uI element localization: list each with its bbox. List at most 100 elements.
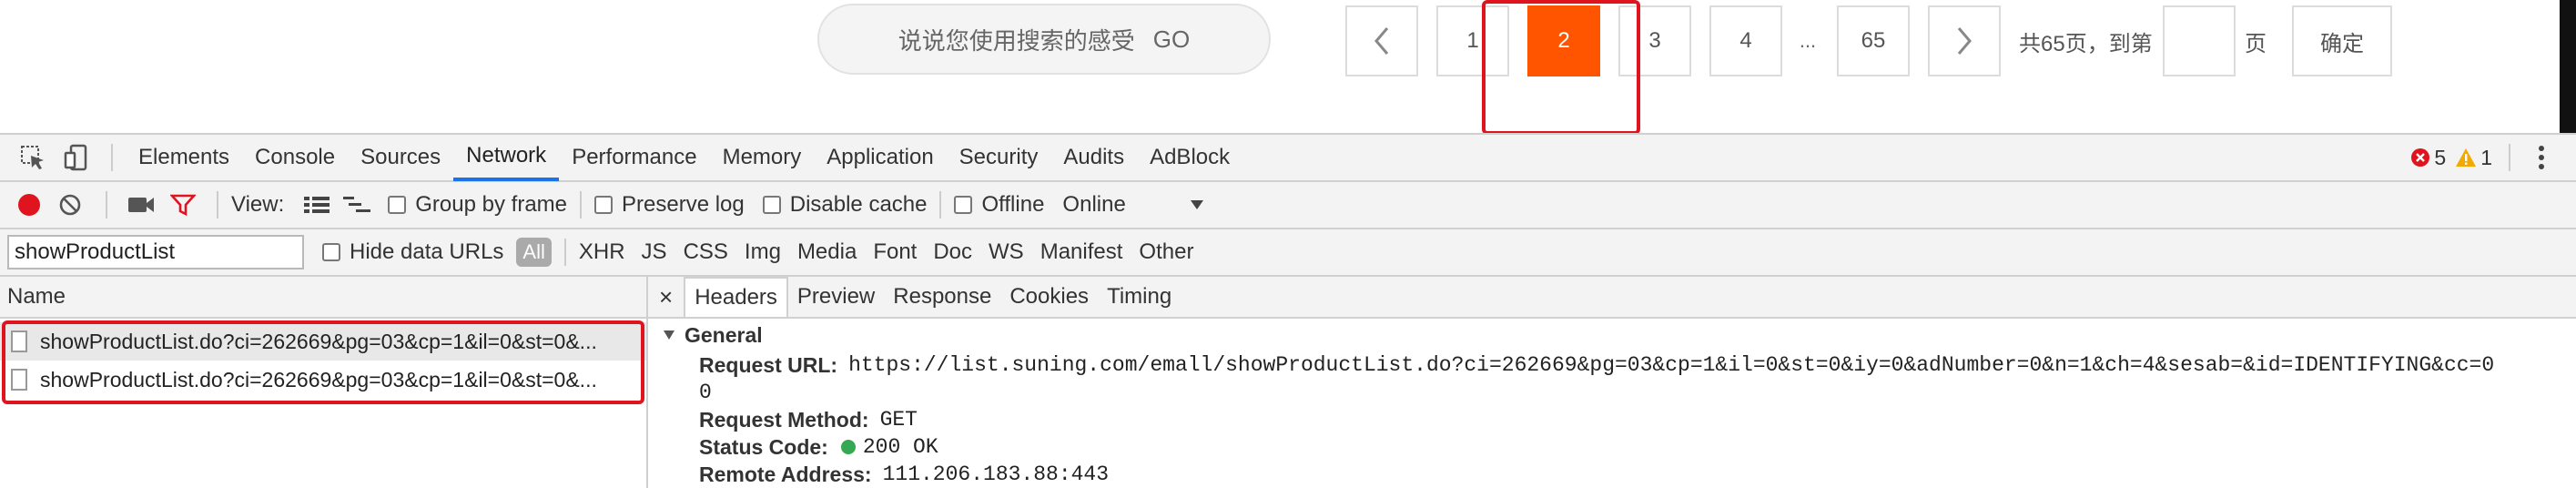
pagination-ellipsis: ...	[1799, 29, 1817, 52]
view-label: View:	[231, 192, 285, 217]
offline-checkbox[interactable]	[954, 196, 973, 214]
preserve-log-label: Preserve log	[622, 192, 745, 217]
network-toolbar: View: Group by frame Preserve log Disabl…	[0, 182, 2576, 229]
tab-preview[interactable]: Preview	[788, 277, 884, 317]
capture-screenshots-icon[interactable]	[120, 195, 162, 215]
tab-headers[interactable]: Headers	[684, 277, 788, 317]
feedback-text: 说说您使用搜索的感受	[898, 26, 1135, 55]
general-section-header[interactable]: General	[648, 319, 2576, 351]
web-page-area: 说说您使用搜索的感受 GO 1 2 3 4 ... 65 共65页，到第 页 确…	[0, 0, 2576, 135]
filter-type-ws[interactable]: WS	[989, 239, 1024, 265]
tab-timing[interactable]: Timing	[1098, 277, 1181, 317]
network-filter-input[interactable]	[7, 235, 304, 269]
throttling-select[interactable]: Online	[1062, 192, 1125, 218]
request-method-label: Request Method:	[699, 408, 869, 432]
error-count-value: 5	[2434, 145, 2447, 169]
page-button-4[interactable]: 4	[1709, 5, 1782, 76]
inspect-element-icon[interactable]	[11, 144, 55, 171]
page-button-last[interactable]: 65	[1837, 5, 1910, 76]
offline-label: Offline	[981, 192, 1045, 217]
tab-audits[interactable]: Audits	[1050, 134, 1137, 181]
request-url-row: Request URL: https://list.suning.com/ema…	[648, 351, 2576, 379]
request-method-value: GET	[879, 408, 918, 432]
filter-type-all[interactable]: All	[516, 238, 552, 267]
expand-triangle-icon	[664, 330, 674, 340]
devtools-tab-bar: Elements Console Sources Network Perform…	[0, 135, 2576, 182]
tab-elements[interactable]: Elements	[126, 134, 242, 181]
tab-adblock[interactable]: AdBlock	[1137, 134, 1242, 181]
close-detail-icon[interactable]: ×	[648, 277, 684, 317]
prev-page-button[interactable]	[1345, 5, 1418, 76]
devtools-panel: Elements Console Sources Network Perform…	[0, 133, 2576, 488]
preserve-log-checkbox[interactable]	[594, 196, 613, 214]
waterfall-icon[interactable]	[337, 195, 377, 215]
next-page-button[interactable]	[1928, 5, 2001, 76]
detail-tab-bar: × Headers Preview Response Cookies Timin…	[648, 277, 2576, 319]
jump-page-input[interactable]	[2163, 5, 2236, 76]
clear-icon[interactable]	[47, 193, 93, 217]
status-code-row: Status Code: 200 OK	[648, 433, 2576, 461]
page-button-1[interactable]: 1	[1436, 5, 1509, 76]
request-list-pane: Name showProductList.do?ci=262669&pg=03&…	[0, 277, 648, 488]
hide-data-urls-checkbox[interactable]	[322, 243, 340, 261]
filter-type-other[interactable]: Other	[1139, 239, 1193, 265]
request-name: showProductList.do?ci=262669&pg=03&cp=1&…	[40, 367, 597, 391]
remote-address-label: Remote Address:	[699, 463, 872, 486]
filter-type-font[interactable]: Font	[873, 239, 917, 265]
device-toolbar-icon[interactable]	[55, 144, 98, 171]
record-icon[interactable]	[11, 193, 47, 217]
filter-type-media[interactable]: Media	[797, 239, 857, 265]
name-column-header[interactable]: Name	[0, 277, 646, 319]
filter-type-js[interactable]: JS	[642, 239, 667, 265]
group-by-frame-checkbox[interactable]	[388, 196, 407, 214]
request-method-row: Request Method: GET	[648, 406, 2576, 433]
request-url-value: https://list.suning.com/emall/showProduc…	[848, 353, 2495, 377]
filter-icon[interactable]	[162, 193, 204, 217]
request-url-wrap-row: 0	[648, 379, 2576, 406]
toolbar-separator	[939, 191, 942, 219]
confirm-jump-button[interactable]: 确定	[2292, 5, 2392, 76]
disable-cache-checkbox[interactable]	[762, 196, 781, 214]
tab-sources[interactable]: Sources	[348, 134, 453, 181]
error-count[interactable]: 5 1	[2410, 146, 2496, 170]
group-by-frame-label: Group by frame	[415, 192, 567, 217]
tab-performance[interactable]: Performance	[559, 134, 709, 181]
tab-security[interactable]: Security	[947, 134, 1051, 181]
feedback-go-link[interactable]: GO	[1153, 25, 1190, 54]
page-unit-text: 页	[2245, 31, 2267, 56]
chevron-right-icon	[1957, 27, 1972, 55]
filter-type-manifest[interactable]: Manifest	[1040, 239, 1123, 265]
status-code-value: 200 OK	[862, 435, 938, 459]
large-rows-icon[interactable]	[297, 195, 337, 215]
status-ok-dot-icon	[840, 440, 856, 454]
request-row[interactable]: showProductList.do?ci=262669&pg=03&cp=1&…	[0, 361, 646, 399]
tab-network[interactable]: Network	[453, 134, 560, 181]
page-button-3[interactable]: 3	[1618, 5, 1691, 76]
warning-icon	[2456, 148, 2477, 167]
request-url-wrap: 0	[699, 381, 712, 404]
toolbar-separator	[111, 144, 113, 171]
more-options-icon[interactable]	[2523, 145, 2560, 170]
remote-address-row: Remote Address: 111.206.183.88:443	[648, 461, 2576, 488]
tab-application[interactable]: Application	[814, 134, 946, 181]
filter-type-img[interactable]: Img	[745, 239, 781, 265]
document-icon	[11, 330, 27, 352]
page-button-2-current[interactable]: 2	[1527, 5, 1600, 76]
document-icon	[11, 369, 27, 391]
filter-type-css[interactable]: CSS	[684, 239, 728, 265]
tab-response[interactable]: Response	[884, 277, 1000, 317]
filter-type-xhr[interactable]: XHR	[579, 239, 625, 265]
search-feedback-pill[interactable]: 说说您使用搜索的感受 GO	[817, 4, 1271, 75]
tab-memory[interactable]: Memory	[710, 134, 815, 181]
chevron-left-icon	[1374, 27, 1389, 55]
tab-console[interactable]: Console	[242, 134, 348, 181]
request-url-label: Request URL:	[699, 353, 838, 377]
tab-cookies[interactable]: Cookies	[1000, 277, 1098, 317]
throttling-dropdown-icon[interactable]	[1190, 199, 1204, 210]
disable-cache-label: Disable cache	[789, 192, 928, 217]
toolbar-separator	[106, 191, 107, 219]
request-row[interactable]: showProductList.do?ci=262669&pg=03&cp=1&…	[0, 322, 646, 361]
warning-count-value: 1	[2480, 145, 2492, 169]
filter-type-doc[interactable]: Doc	[933, 239, 972, 265]
error-icon	[2411, 148, 2430, 167]
